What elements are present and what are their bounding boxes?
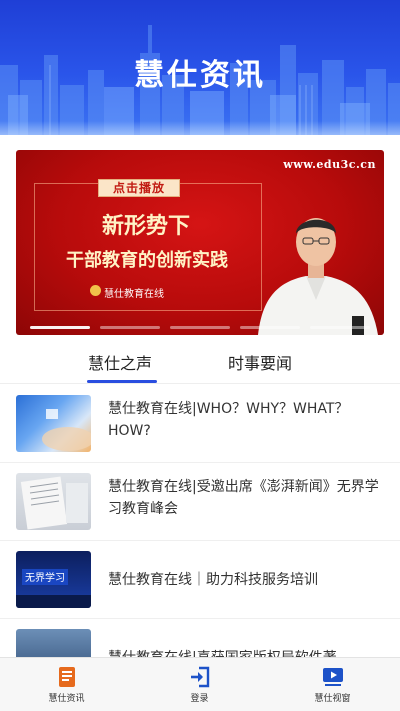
nav-tab-video[interactable]: 慧仕视窗 <box>266 658 399 711</box>
page-title: 慧仕资讯 <box>134 58 266 93</box>
featured-video-banner[interactable]: www.edu3c.cn 点击播放 新形势下 干部教育的创新实践 慧仕教育在线 <box>16 150 384 335</box>
tab-huishi-voice[interactable]: 慧仕之声 <box>88 350 152 374</box>
article-title: 慧仕教育在线｜助力科技服务培训 <box>108 572 318 588</box>
tab-current-news[interactable]: 时事要闻 <box>228 350 292 374</box>
bottom-navigation: 慧仕资讯 登录 慧仕视窗 <box>0 657 400 711</box>
banner-brand: 慧仕教育在线 <box>104 289 164 300</box>
active-tab-indicator <box>87 380 157 383</box>
thumbnail-text: 无界学习 <box>25 571 65 584</box>
speaker-photo <box>258 218 378 335</box>
category-tabs: 慧仕之声 时事要闻 <box>0 338 400 384</box>
article-list: 慧仕教育在线|WHO？WHY？WHAT？HOW? 慧仕教育在线|受邀出席《澎湃新… <box>0 385 400 697</box>
list-item[interactable]: 慧仕教育在线|WHO？WHY？WHAT？HOW? <box>0 385 400 463</box>
nav-label-video: 慧仕视窗 <box>314 694 351 704</box>
slide-dot[interactable] <box>100 326 160 329</box>
article-thumbnail <box>16 473 91 530</box>
nav-tab-login[interactable]: 登录 <box>133 658 266 711</box>
nav-tab-news[interactable]: 慧仕资讯 <box>0 658 133 711</box>
slide-dot[interactable] <box>170 326 230 329</box>
article-title: 慧仕教育在线|WHO？WHY？WHAT？HOW? <box>108 401 349 439</box>
nav-label-news: 慧仕资讯 <box>48 694 85 704</box>
slide-dot[interactable] <box>30 326 90 329</box>
header-banner: 慧仕资讯 <box>0 0 400 135</box>
login-icon <box>191 666 210 688</box>
video-window-icon <box>323 668 343 686</box>
list-item[interactable]: 无界学习 慧仕教育在线｜助力科技服务培训 <box>0 541 400 619</box>
slide-dot[interactable] <box>310 326 370 329</box>
banner-headline-line1: 新形势下 <box>101 213 190 239</box>
banner-headline-line2: 干部教育的创新实践 <box>66 250 228 271</box>
article-title: 慧仕教育在线|受邀出席《澎湃新闻》无界学习教育峰会 <box>108 479 379 517</box>
list-item[interactable]: 慧仕教育在线|受邀出席《澎湃新闻》无界学习教育峰会 <box>0 463 400 541</box>
nav-label-login: 登录 <box>190 694 209 704</box>
news-icon <box>59 667 75 687</box>
banner-url: www.edu3c.cn <box>283 158 376 171</box>
article-thumbnail: 无界学习 <box>16 551 91 608</box>
slide-dot[interactable] <box>240 326 300 329</box>
article-thumbnail <box>16 395 91 452</box>
banner-slide-indicator <box>30 326 370 329</box>
play-button[interactable]: 点击播放 <box>98 179 180 197</box>
brand-logo-icon <box>90 285 101 296</box>
app-screen: 慧仕资讯 www.edu3c.cn 点击播放 新形势下 干部教育的创新实践 慧仕… <box>0 0 400 711</box>
